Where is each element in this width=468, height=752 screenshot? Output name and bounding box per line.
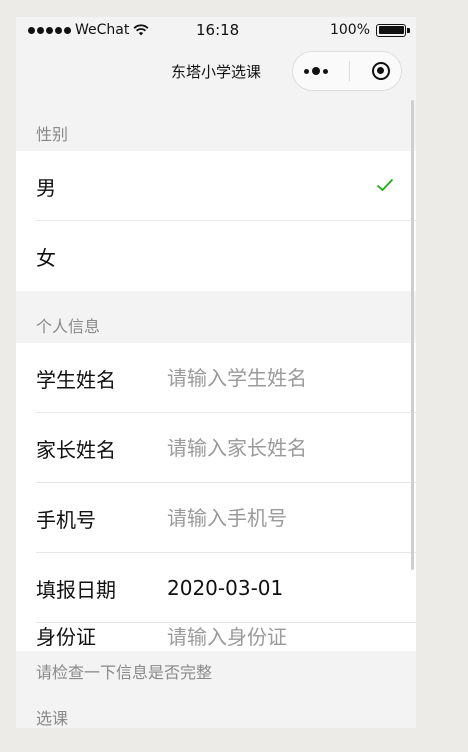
wifi-icon: [133, 24, 149, 36]
status-left: WeChat: [28, 22, 149, 38]
student-name-input[interactable]: [167, 366, 387, 390]
info-section-header: 个人信息: [16, 291, 416, 343]
clock: 16:18: [196, 21, 240, 39]
signal-icon: [28, 26, 71, 34]
date-label: 填报日期: [36, 577, 116, 602]
date-picker-value[interactable]: 2020-03-01: [167, 576, 283, 600]
scrollbar[interactable]: [411, 100, 414, 570]
parent-name-input[interactable]: [167, 436, 387, 460]
battery-percent: 100%: [329, 22, 370, 38]
battery-status: 100%: [329, 22, 410, 38]
carrier-name: WeChat: [75, 22, 130, 38]
target-icon[interactable]: [372, 62, 391, 80]
phone-input[interactable]: [167, 506, 387, 530]
phone-label: 手机号: [36, 507, 96, 532]
parent-name-label: 家长姓名: [36, 437, 116, 462]
check-icon: [376, 178, 394, 192]
capsule-divider: [349, 61, 351, 81]
id-card-input[interactable]: [167, 623, 387, 651]
gender-section-header: 性别: [16, 99, 416, 151]
phone-row: 手机号: [16, 483, 416, 553]
gender-option-label: 女: [36, 245, 56, 270]
date-row[interactable]: 填报日期 2020-03-01: [16, 553, 416, 623]
navigation-bar: 东塔小学选课: [16, 45, 416, 97]
parent-name-row: 家长姓名: [16, 413, 416, 483]
status-bar: WeChat 16:18 100%: [16, 17, 416, 45]
gender-option-male[interactable]: 男: [16, 151, 416, 221]
phone-screen: WeChat 16:18 100% 东塔小学选课 性别 男 女 个人信息 学生姓…: [16, 17, 416, 728]
battery-icon: [376, 23, 410, 37]
student-name-label: 学生姓名: [36, 367, 116, 392]
gender-option-female[interactable]: 女: [16, 221, 416, 291]
gender-option-label: 男: [36, 175, 56, 200]
student-name-row: 学生姓名: [16, 343, 416, 413]
more-dots-icon[interactable]: [303, 67, 328, 75]
form-tip: 请检查一下信息是否完整: [16, 651, 416, 685]
id-card-row: 身份证: [16, 623, 416, 651]
course-section-header: 选课: [36, 709, 69, 728]
form-content: 性别 男 女 个人信息 学生姓名 家长姓名 手机号 填报日期 2020-03-0…: [16, 99, 416, 728]
mini-program-capsule: [292, 51, 402, 91]
id-card-label: 身份证: [36, 625, 96, 649]
